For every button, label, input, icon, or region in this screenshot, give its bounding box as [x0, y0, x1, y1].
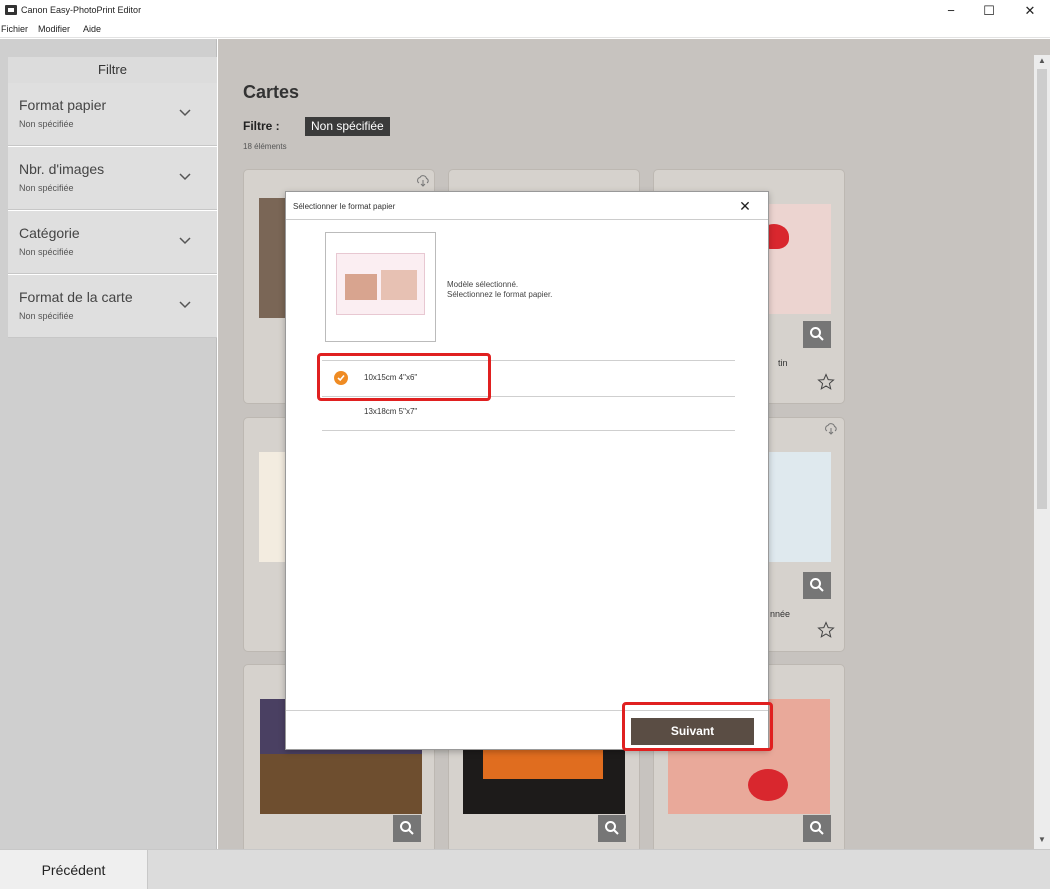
filter-value: Non spécifiée	[19, 247, 74, 257]
zoom-icon	[810, 327, 824, 341]
filter-sidebar: Filtre Format papier Non spécifiée Nbr. …	[0, 39, 217, 849]
paper-size-option[interactable]: 13x18cm 5"x7"	[322, 397, 735, 427]
zoom-button[interactable]	[803, 815, 831, 842]
filter-label: Nbr. d'images	[19, 161, 105, 177]
menu-bar: Fichier Modifier Aide	[0, 22, 1050, 38]
scroll-down-arrow-icon[interactable]: ▼	[1038, 835, 1046, 844]
title-bar: Canon Easy-PhotoPrint Editor − ☐ ✕	[0, 0, 1050, 22]
filter-chip[interactable]: Non spécifiée	[305, 117, 390, 136]
star-icon[interactable]	[817, 621, 835, 639]
menu-fichier[interactable]: Fichier	[1, 24, 28, 34]
page-title: Cartes	[243, 82, 300, 102]
filter-label: Catégorie	[19, 225, 80, 241]
item-count: 18 éléments	[243, 142, 287, 151]
menu-modifier[interactable]: Modifier	[38, 24, 70, 34]
menu-aide[interactable]: Aide	[83, 24, 101, 34]
scroll-thumb[interactable]	[1037, 69, 1047, 509]
selected-template-thumbnail	[325, 232, 436, 342]
app-icon	[5, 5, 17, 15]
thumbnail-ground	[260, 754, 422, 814]
zoom-button[interactable]	[803, 321, 831, 348]
filter-prefix: Filtre :	[243, 119, 280, 133]
zoom-icon	[810, 821, 824, 835]
star-icon[interactable]	[817, 373, 835, 391]
highlight-box	[622, 702, 773, 751]
cloud-download-icon[interactable]	[824, 422, 838, 436]
thumbnail-photo	[345, 274, 377, 300]
filter-value: Non spécifiée	[19, 119, 74, 129]
filter-value: Non spécifiée	[19, 183, 74, 193]
choose-paper-text: Sélectionnez le format papier.	[447, 290, 553, 299]
card-title-fragment: tin	[778, 358, 788, 368]
chevron-down-icon	[179, 109, 191, 117]
filter-label: Format de la carte	[19, 289, 133, 305]
filter-nbr-images[interactable]: Nbr. d'images Non spécifiée	[8, 147, 217, 210]
zoom-icon	[605, 821, 619, 835]
scroll-up-arrow-icon[interactable]: ▲	[1038, 56, 1046, 65]
filter-categorie[interactable]: Catégorie Non spécifiée	[8, 211, 217, 274]
thumbnail-photo	[381, 270, 417, 300]
dialog-title: Sélectionner le format papier	[293, 202, 396, 211]
dialog-header: Sélectionner le format papier ✕	[286, 192, 768, 220]
highlight-box	[317, 353, 491, 401]
card-title-fragment: nnée	[770, 609, 791, 619]
thumbnail-heart	[748, 769, 788, 801]
close-icon[interactable]: ✕	[735, 196, 755, 216]
chevron-down-icon	[179, 173, 191, 181]
filter-header: Filtre	[8, 57, 217, 83]
chevron-down-icon	[179, 301, 191, 309]
filter-list: Format papier Non spécifiée Nbr. d'image…	[8, 83, 217, 338]
zoom-button[interactable]	[393, 815, 421, 842]
bottom-bar: Précédent	[0, 849, 1050, 889]
paper-size-dialog: Sélectionner le format papier ✕ Modèle s…	[285, 191, 773, 751]
filter-format-carte[interactable]: Format de la carte Non spécifiée	[8, 275, 217, 338]
zoom-button[interactable]	[598, 815, 626, 842]
zoom-button[interactable]	[803, 572, 831, 599]
close-window-button[interactable]: ✕	[1018, 3, 1042, 19]
template-selected-text: Modèle sélectionné.	[447, 280, 519, 289]
filter-label: Format papier	[19, 97, 107, 113]
filter-format-papier[interactable]: Format papier Non spécifiée	[8, 83, 217, 146]
maximize-button[interactable]: ☐	[977, 3, 1001, 19]
filter-value: Non spécifiée	[19, 311, 74, 321]
zoom-icon	[400, 821, 414, 835]
thumbnail-card	[336, 253, 425, 315]
paper-size-label: 13x18cm 5"x7"	[364, 407, 418, 416]
zoom-icon	[810, 578, 824, 592]
minimize-button[interactable]: −	[939, 3, 963, 19]
cloud-download-icon[interactable]	[416, 174, 430, 188]
divider	[322, 430, 735, 431]
chevron-down-icon	[179, 237, 191, 245]
thumbnail-band	[483, 749, 603, 779]
previous-button[interactable]: Précédent	[0, 850, 148, 889]
vertical-scrollbar[interactable]: ▲ ▼	[1034, 55, 1050, 849]
window-title: Canon Easy-PhotoPrint Editor	[21, 5, 142, 15]
card-thumbnail	[463, 749, 625, 814]
